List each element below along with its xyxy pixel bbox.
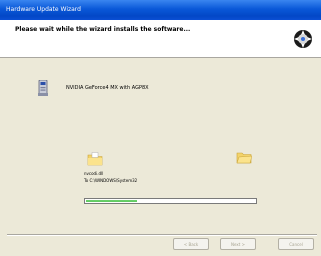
wizard-header: Please wait while the wizard installs th… (0, 20, 321, 58)
destination-folder-icon (236, 152, 252, 164)
copy-progress-fill (86, 200, 137, 202)
copy-progress-bar (84, 198, 257, 204)
back-button[interactable]: < Back (173, 238, 209, 250)
next-button[interactable]: Next > (220, 238, 256, 250)
title-bar[interactable]: Hardware Update Wizard (0, 0, 321, 20)
wizard-body: NVIDIA GeForce4 MX with AGP8X nvcodi.dll… (0, 58, 321, 234)
hardware-wizard-icon (291, 27, 315, 51)
device-name: NVIDIA GeForce4 MX with AGP8X (66, 85, 149, 91)
copying-file-name: nvcodi.dll (84, 171, 104, 176)
source-folder-icon (87, 152, 103, 166)
display-adapter-icon (38, 80, 48, 96)
cancel-button[interactable]: Cancel (278, 238, 314, 250)
copying-destination-path: To C:\WINDOWS\System32 (84, 178, 138, 183)
window-title: Hardware Update Wizard (6, 6, 81, 13)
button-separator (7, 234, 317, 236)
header-title: Please wait while the wizard installs th… (15, 26, 191, 33)
